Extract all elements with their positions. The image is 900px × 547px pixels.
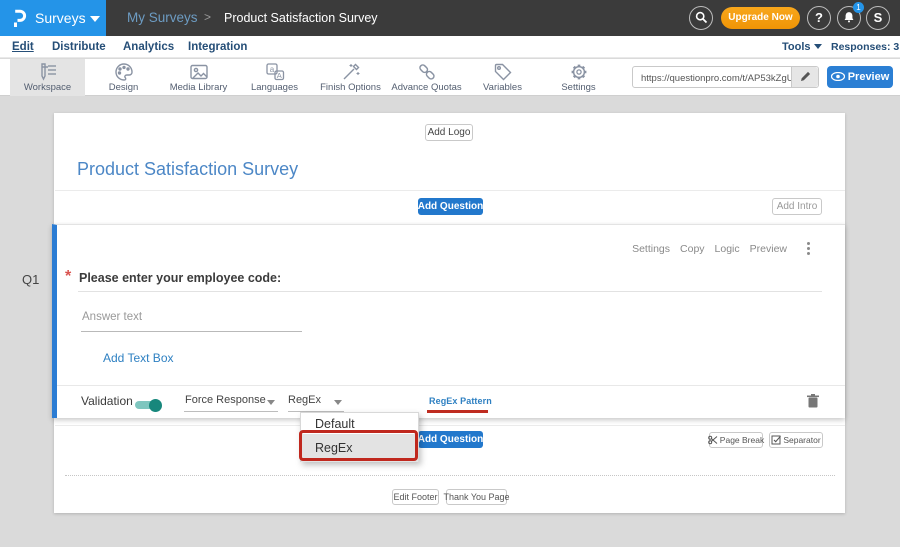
svg-text:a: a	[269, 65, 274, 74]
svg-text:A: A	[276, 71, 281, 80]
